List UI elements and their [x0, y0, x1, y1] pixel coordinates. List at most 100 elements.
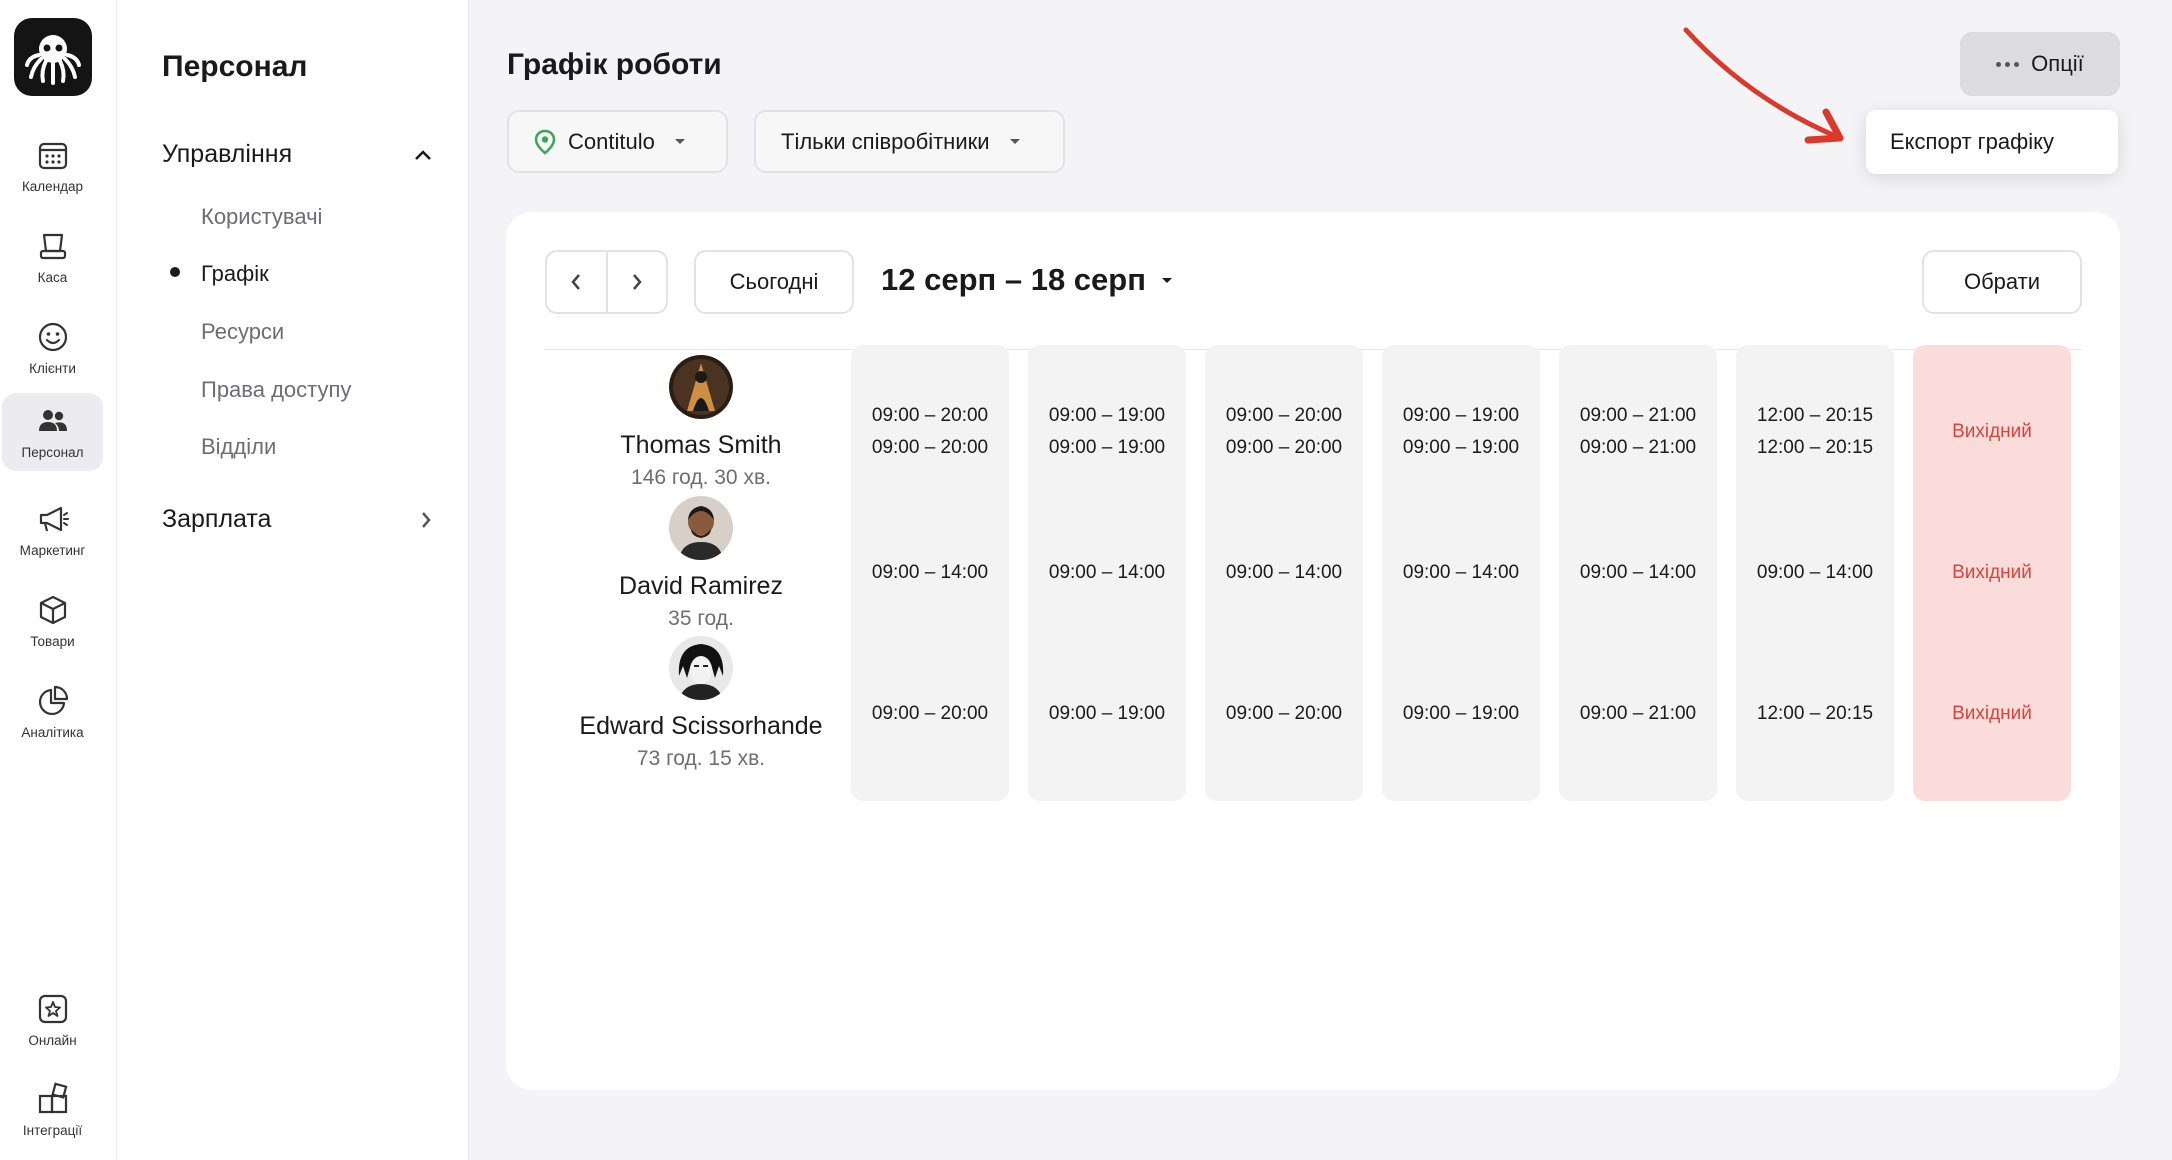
staff-name: Edward Scissorhande	[579, 712, 823, 740]
annotation-arrow-icon	[1683, 27, 1844, 144]
shift-time: 12:00 – 20:15	[1756, 703, 1874, 724]
options-button[interactable]: Опції	[1960, 32, 2120, 96]
rail-item-label: Клієнти	[29, 361, 76, 376]
shift-time: 09:00 – 20:00	[871, 703, 989, 724]
shift-time: 09:00 – 14:00	[1048, 562, 1166, 583]
date-range-label: 12 серп – 18 серп	[881, 262, 1146, 297]
shift-time: 09:00 – 19:00	[1402, 437, 1520, 458]
management-group-label: Управління	[162, 140, 293, 168]
shift-time: 09:00 – 14:00	[1402, 562, 1520, 583]
shift-cell[interactable]: 09:00 – 21:00	[1559, 627, 1717, 801]
subnav-title: Персонал	[162, 50, 308, 83]
shift-time: 09:00 – 19:00	[1402, 703, 1520, 724]
today-button-label: Сьогодні	[729, 269, 819, 294]
shift-time: 12:00 – 20:15	[1756, 405, 1874, 426]
day-off-cell[interactable]: Вихідний	[1913, 627, 2071, 801]
shift-time: 09:00 – 21:00	[1579, 703, 1697, 724]
smile-icon	[36, 320, 70, 354]
choose-button[interactable]: Обрати	[1922, 250, 2082, 314]
subnav-item-users[interactable]: Користувачі	[201, 204, 322, 230]
chevron-right-icon	[632, 274, 642, 290]
rail-item-label: Каса	[37, 270, 68, 285]
caret-down-icon	[674, 139, 685, 144]
rail-item-label: Календар	[21, 179, 84, 194]
shift-time: 09:00 – 21:00	[1579, 437, 1697, 458]
staff-hours: 73 год. 15 хв.	[636, 747, 766, 770]
next-week-button[interactable]	[608, 252, 667, 312]
shift-time: 09:00 – 20:00	[871, 437, 989, 458]
shift-cell[interactable]: 12:00 – 20:15	[1736, 627, 1894, 801]
shift-time: Вихідний	[1952, 421, 2032, 442]
rail-item-label: Маркетинг	[19, 543, 86, 558]
chevron-right-icon	[422, 511, 431, 528]
shift-cell[interactable]: 09:00 – 20:00	[1205, 627, 1363, 801]
subnav-item-access-rights[interactable]: Права доступу	[201, 377, 351, 403]
location-filter[interactable]: Contitulo	[507, 110, 728, 173]
shift-time: 09:00 – 20:00	[1225, 437, 1343, 458]
subnav-item-departments[interactable]: Відділи	[201, 434, 276, 460]
shift-time: Вихідний	[1952, 562, 2032, 583]
staff-member[interactable]: Edward Scissorhande 73 год. 15 хв.	[546, 636, 856, 771]
staff-type-filter-label: Тільки співробітники	[781, 128, 990, 154]
staff-member[interactable]: David Ramirez 35 год.	[546, 496, 856, 631]
avatar	[669, 636, 733, 700]
staff-name: David Ramirez	[619, 572, 783, 600]
shift-cell[interactable]: 09:00 – 20:00	[851, 627, 1009, 801]
rail-item-label: Інтеграції	[22, 1123, 83, 1138]
page-title: Графік роботи	[507, 48, 722, 81]
rail-item-label: Аналітика	[21, 725, 84, 740]
shift-time: 09:00 – 20:00	[1225, 703, 1343, 724]
caret-down-icon	[1009, 139, 1020, 144]
caret-down-icon	[1161, 277, 1172, 283]
shift-cell[interactable]: 09:00 – 19:00	[1028, 627, 1186, 801]
shift-time: 09:00 – 14:00	[1756, 562, 1874, 583]
star-window-icon	[36, 992, 70, 1026]
app-rail: Календар Каса Клієнти Персонал Маркетинг Това…	[0, 0, 117, 1160]
rail-item-2[interactable]: Клієнти	[2, 309, 103, 387]
active-bullet	[170, 267, 180, 277]
map-pin-icon	[534, 129, 556, 155]
people-icon	[36, 404, 70, 438]
rail-item-7[interactable]: Онлайн	[2, 981, 103, 1059]
shift-time: 09:00 – 20:00	[1225, 405, 1343, 426]
avatar	[669, 355, 733, 419]
location-filter-label: Contitulo	[568, 128, 655, 154]
rail-item-8[interactable]: Інтеграції	[2, 1071, 103, 1149]
today-button[interactable]: Сьогодні	[694, 250, 854, 314]
shift-time: 09:00 – 19:00	[1048, 405, 1166, 426]
subnav-item-schedule[interactable]: Графік	[201, 261, 269, 287]
rail-item-3[interactable]: Персонал	[2, 393, 103, 471]
schedule-card: Сьогодні 12 серп – 18 серп Обрати Пн12Вт…	[506, 212, 2120, 1090]
avatar	[669, 496, 733, 560]
date-range-selector[interactable]: 12 серп – 18 серп	[881, 262, 1172, 298]
shift-time: 09:00 – 14:00	[1225, 562, 1343, 583]
shift-time: 09:00 – 21:00	[1579, 405, 1697, 426]
staff-type-filter[interactable]: Тільки співробітники	[754, 110, 1065, 173]
staff-hours: 35 год.	[668, 607, 734, 630]
salary-group-toggle[interactable]: Зарплата	[162, 505, 432, 534]
staff-member[interactable]: Thomas Smith 146 год. 30 хв.	[546, 355, 856, 490]
staff-name: Thomas Smith	[620, 431, 782, 459]
pie-chart-icon	[36, 684, 70, 718]
management-group-toggle[interactable]: Управління	[162, 140, 432, 169]
export-schedule-item[interactable]: Експорт графіку	[1890, 129, 2054, 155]
box-icon	[36, 593, 70, 627]
rail-item-4[interactable]: Маркетинг	[2, 491, 103, 569]
shift-time: 12:00 – 20:15	[1756, 437, 1874, 458]
shift-cell[interactable]: 09:00 – 19:00	[1382, 627, 1540, 801]
subnav-item-resources[interactable]: Ресурси	[201, 319, 284, 345]
prev-week-button[interactable]	[547, 252, 608, 312]
rail-item-1[interactable]: Каса	[2, 218, 103, 296]
octopus-logo-icon[interactable]	[14, 18, 92, 96]
shift-time: 09:00 – 14:00	[871, 562, 989, 583]
staff-subnav: Персонал Управління Користувачі Графік Р…	[117, 0, 469, 1160]
rail-item-label: Товари	[30, 634, 75, 649]
choose-button-label: Обрати	[1963, 269, 2041, 294]
shift-time: 09:00 – 19:00	[1048, 703, 1166, 724]
shift-time: 09:00 – 19:00	[1048, 437, 1166, 458]
staff-hours: 146 год. 30 хв.	[631, 466, 771, 489]
rail-item-5[interactable]: Товари	[2, 582, 103, 660]
rail-item-6[interactable]: Аналітика	[2, 673, 103, 751]
week-navigation	[545, 250, 668, 314]
rail-item-0[interactable]: Календар	[2, 127, 103, 205]
